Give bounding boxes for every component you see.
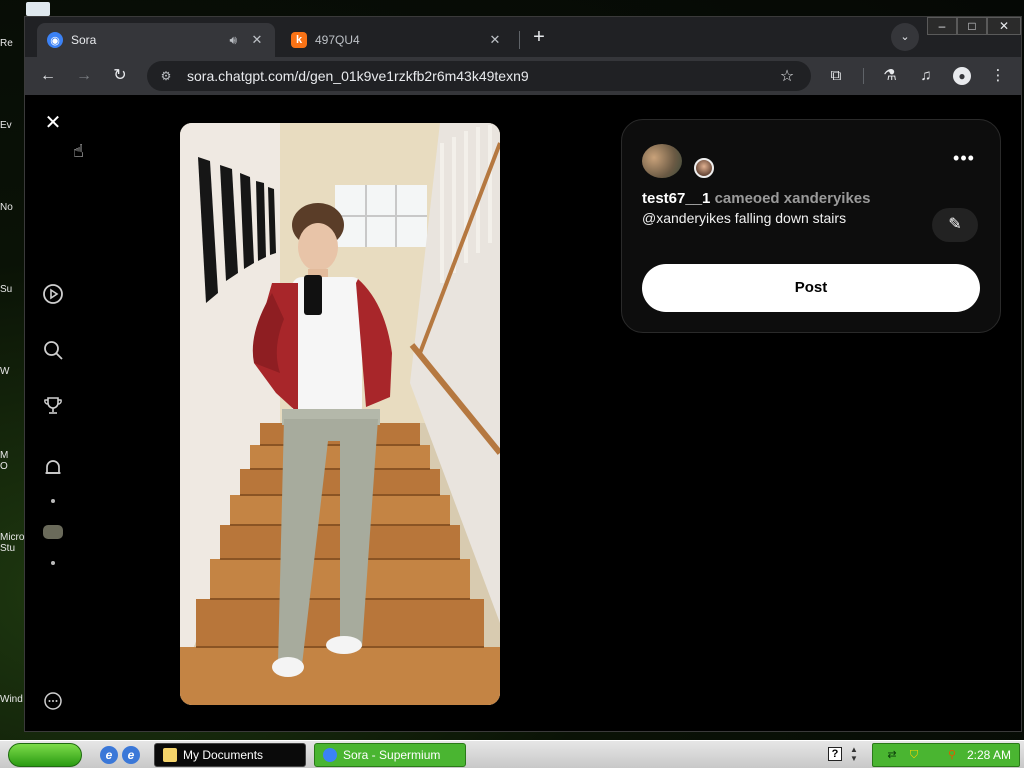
edit-pencil-icon[interactable]: ✎ xyxy=(932,208,978,242)
tab-497qu4[interactable]: k 497QU4 ✕ xyxy=(281,23,513,57)
username-link[interactable]: test67__1 xyxy=(642,190,710,207)
url-text[interactable]: sora.chatgpt.com/d/gen_01k9ve1rzkfb2r6m4… xyxy=(187,68,777,84)
sora-icon: ◉ xyxy=(47,32,63,48)
labs-icon[interactable]: ⚗ xyxy=(879,65,901,87)
post-info-panel: ••• test67__1 cameoed xanderyikes @xande… xyxy=(621,119,1001,333)
tab-strip: ◉ Sora 🔊︎ ✕ k 497QU4 ✕ + ⌄ – □ ✕ xyxy=(25,17,1021,57)
close-icon[interactable]: ✕ xyxy=(43,113,63,133)
tray-expand-icon[interactable]: ▲ ▼ xyxy=(850,745,858,763)
cameo-avatar[interactable] xyxy=(694,158,714,178)
post-caption: test67__1 cameoed xanderyikes xyxy=(642,190,871,207)
tab-separator xyxy=(519,31,520,49)
extensions-icon[interactable]: ⧉ xyxy=(825,65,847,87)
toolbar-divider xyxy=(863,68,864,84)
tab-title: 497QU4 xyxy=(315,33,360,47)
profile-thumbnail-icon[interactable] xyxy=(41,521,65,545)
bell-icon[interactable] xyxy=(41,457,65,481)
tab-search-button[interactable]: ⌄ xyxy=(891,23,919,51)
address-bar[interactable]: ⚙ sora.chatgpt.com/d/gen_01k9ve1rzkfb2r6… xyxy=(147,61,811,91)
clock: 2:28 AM xyxy=(967,748,1012,762)
desktop-icon-label[interactable]: Re xyxy=(0,38,26,49)
notification-dot xyxy=(51,499,55,503)
menu-icon[interactable]: ⋮ xyxy=(987,65,1009,87)
maximize-button[interactable]: □ xyxy=(957,17,987,35)
browser-window: ◉ Sora 🔊︎ ✕ k 497QU4 ✕ + ⌄ – □ ✕ ← → ↻ ⚙… xyxy=(24,16,1022,732)
sora-page: ✕ ☝ ••• test67__1 cameoed xanderyikes @x… xyxy=(25,95,1021,731)
supermium-icon xyxy=(323,748,337,762)
browser-toolbar: ← → ↻ ⚙ sora.chatgpt.com/d/gen_01k9ve1rz… xyxy=(25,57,1021,95)
browser-quicklaunch-icon[interactable]: e xyxy=(122,746,140,764)
site-info-icon[interactable]: ⚙ xyxy=(157,69,175,83)
profile-icon[interactable]: ● xyxy=(951,65,973,87)
cameo-text[interactable]: cameoed xanderyikes xyxy=(715,190,871,207)
desktop-icon-label[interactable]: Wind xyxy=(0,694,26,705)
tab-sora[interactable]: ◉ Sora 🔊︎ ✕ xyxy=(37,23,275,57)
star-icon[interactable]: ☆ xyxy=(777,66,797,86)
desktop-icon-label[interactable]: Su xyxy=(0,284,26,295)
taskbar: e e My Documents Sora - Supermium ? ▲ ▼ ⇄… xyxy=(0,740,1024,768)
desktop-icon-label[interactable]: M O xyxy=(0,450,26,472)
taskbar-item-label: Sora - Supermium xyxy=(343,748,441,762)
internet-explorer-icon[interactable]: e xyxy=(100,746,118,764)
minimize-button[interactable]: – xyxy=(927,17,957,35)
start-button[interactable] xyxy=(8,743,82,767)
close-window-button[interactable]: ✕ xyxy=(987,17,1021,35)
avatar[interactable] xyxy=(642,144,682,178)
desktop-icon-label[interactable]: Micro Stu xyxy=(0,532,26,554)
desktop-icon-label[interactable]: W xyxy=(0,366,26,377)
shield-icon[interactable]: ⛉ xyxy=(907,748,921,762)
close-tab-icon[interactable]: ✕ xyxy=(487,32,503,48)
home-icon[interactable] xyxy=(41,283,65,307)
notification-dot xyxy=(51,561,55,565)
more-options-icon[interactable]: ••• xyxy=(952,149,976,168)
desktop-icon[interactable] xyxy=(26,2,50,16)
taskbar-item-label: My Documents xyxy=(183,748,264,762)
close-tab-icon[interactable]: ✕ xyxy=(249,32,265,48)
forward-arrow-icon[interactable]: → xyxy=(73,65,95,87)
trophy-icon[interactable] xyxy=(41,395,65,419)
video-frame-image xyxy=(180,123,500,705)
speaker-icon[interactable]: 🔊︎ xyxy=(229,33,237,48)
search-icon[interactable]: ⚲ xyxy=(945,748,959,762)
hand-cursor-icon: ☝ xyxy=(73,141,84,161)
taskbar-item-sora[interactable]: Sora - Supermium xyxy=(314,743,466,767)
desktop-icon-label[interactable]: No xyxy=(0,202,26,213)
back-arrow-icon[interactable]: ← xyxy=(37,65,59,87)
system-tray: ⇄ ⛉ ⚲ 2:28 AM xyxy=(872,743,1020,767)
post-button[interactable]: Post xyxy=(642,264,980,312)
media-icon[interactable]: ♫ xyxy=(915,65,937,87)
network-icon[interactable]: ⇄ xyxy=(885,748,899,762)
post-description: @xanderyikes falling down stairs xyxy=(642,210,847,226)
video-player[interactable] xyxy=(180,123,500,705)
tab-title: Sora xyxy=(71,33,97,47)
search-icon[interactable] xyxy=(41,339,65,363)
taskbar-item-my-documents[interactable]: My Documents xyxy=(154,743,306,767)
folder-icon xyxy=(163,748,177,762)
reload-icon[interactable]: ↻ xyxy=(109,65,131,87)
k-icon: k xyxy=(291,32,307,48)
new-tab-button[interactable]: + xyxy=(527,26,551,50)
help-icon[interactable]: ? xyxy=(828,747,842,761)
more-icon[interactable] xyxy=(41,691,65,715)
desktop-icon-label[interactable]: Ev xyxy=(0,120,26,131)
